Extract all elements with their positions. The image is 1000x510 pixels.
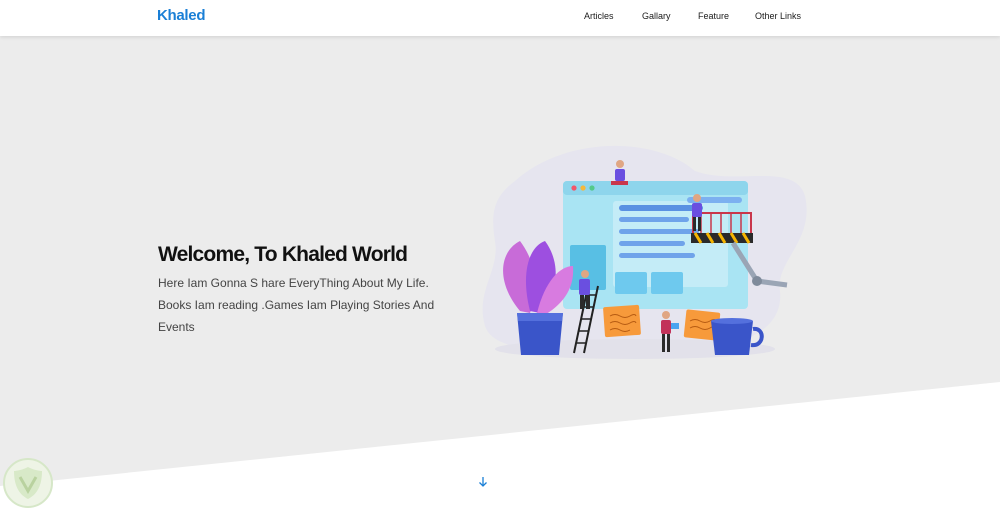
main-nav: Articles Gallary Feature Other Links [0, 11, 1000, 25]
nav-link-articles[interactable]: Articles [584, 11, 614, 21]
nav-link-gallary[interactable]: Gallary [642, 11, 671, 21]
hero-description: Here Iam Gonna S hare EveryThing About M… [158, 276, 435, 334]
shield-badge-icon [3, 458, 53, 508]
nav-link-feature[interactable]: Feature [698, 11, 729, 21]
hero-title: Welcome, To Khaled World [158, 243, 408, 266]
website-building-illustration [482, 145, 807, 359]
arrow-down-icon[interactable] [476, 474, 490, 490]
site-header: Khaled Articles Gallary Feature Other Li… [0, 0, 1000, 36]
hero-section: Welcome, To Khaled World Here Iam Gonna … [0, 36, 1000, 486]
nav-link-other-links[interactable]: Other Links [755, 11, 801, 21]
